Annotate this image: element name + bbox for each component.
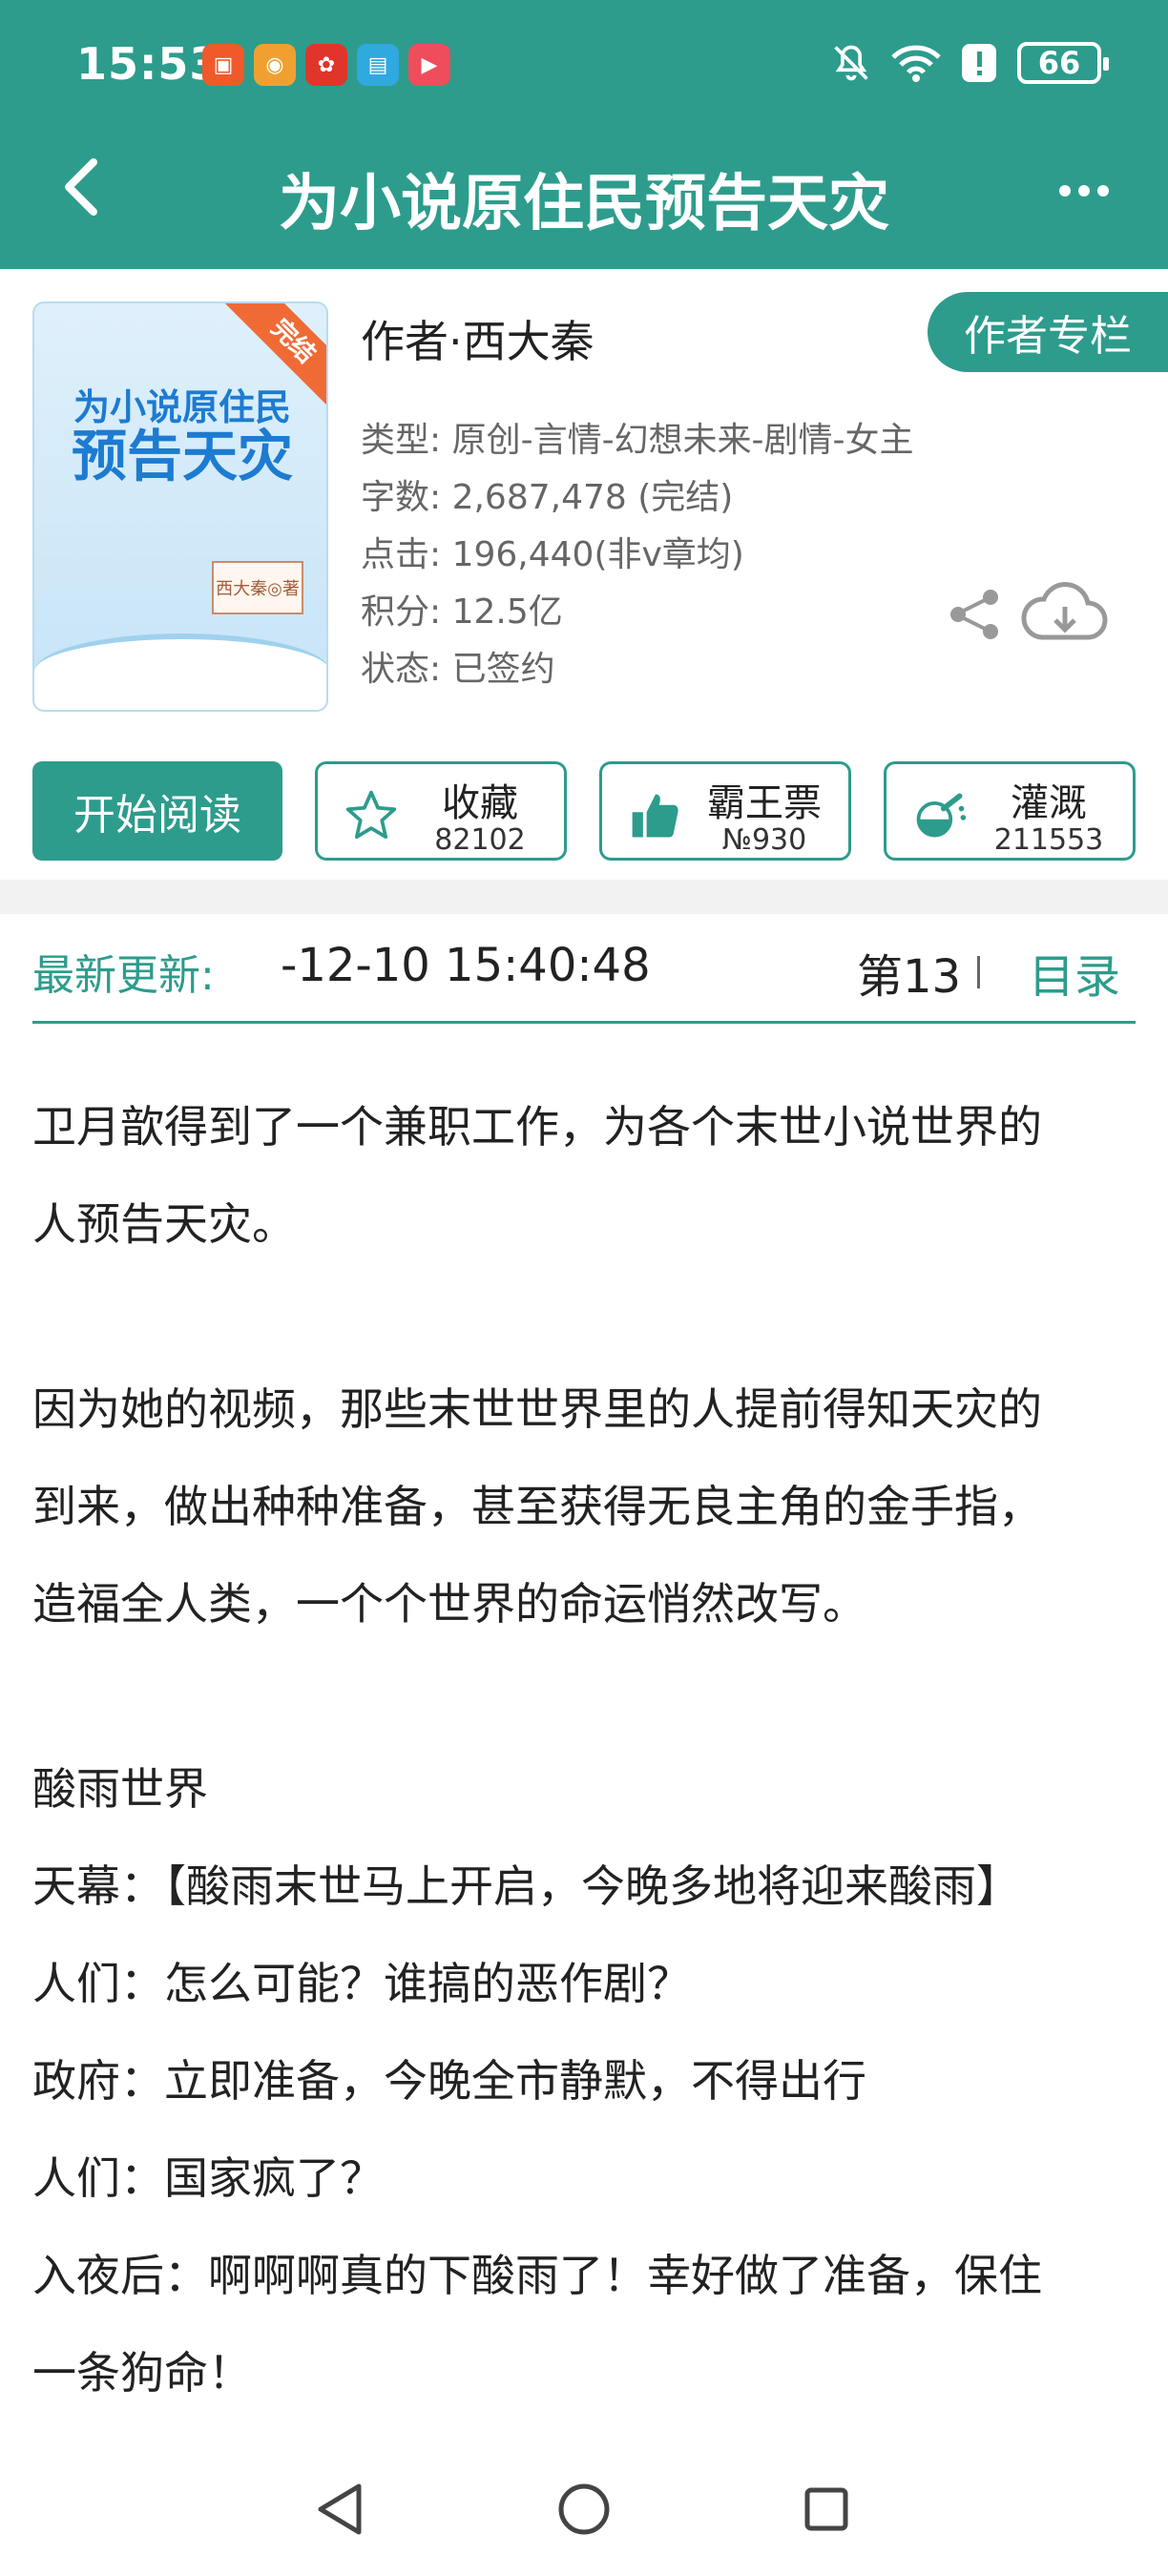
system-nav-bar [0, 2442, 1168, 2576]
meta-word-count: 字数: 2,687,478 (完结) [361, 478, 734, 517]
bawang-label: 霸王票 [707, 781, 822, 825]
update-underline [32, 1021, 1136, 1024]
meta-status: 状态: 已签约 [361, 650, 555, 689]
latest-update-label: 最新更新: [32, 951, 215, 1000]
latest-chapter[interactable]: 第13 [857, 939, 961, 1006]
page-title: 为小说原住民预告天灾 [279, 169, 889, 239]
cover-title-line2: 预告天灾 [71, 423, 293, 488]
section-divider [0, 880, 1168, 914]
cover-title: 为小说原住民 预告天灾 [48, 386, 317, 488]
cover-title-line1: 为小说原住民 [73, 386, 291, 428]
video-app-icon: ▶ [408, 44, 450, 86]
meta-genre: 类型: 原创-言情-幻想未来-剧情-女主 [361, 421, 914, 460]
alert-icon [962, 44, 996, 82]
synopsis-line: 人们：国家疯了？ [32, 2152, 384, 2204]
star-icon [345, 790, 397, 839]
share-button[interactable] [945, 584, 1006, 645]
table-of-contents-link[interactable]: 目录 [1029, 939, 1120, 1006]
start-reading-button[interactable]: 开始阅读 [32, 761, 282, 861]
download-button[interactable] [1019, 576, 1111, 653]
synopsis-line: 造福全人类，一个个世界的命运悄然改写。 [32, 1578, 866, 1630]
circle-home-icon [558, 2483, 610, 2535]
mute-bell-icon [834, 45, 868, 81]
synopsis-line: 到来，做出种种准备，甚至获得无良主角的金手指， [32, 1481, 1042, 1532]
synopsis-blank-line [32, 1652, 1139, 1740]
nav-recents-button[interactable] [788, 2471, 865, 2547]
synopsis-line: 酸雨世界 [32, 1763, 208, 1815]
wifi-icon [891, 45, 941, 82]
cover-cloud-decoration [34, 634, 326, 710]
pinduoduo-icon: ✿ [305, 44, 347, 86]
thumbs-up-icon [632, 794, 678, 838]
synopsis-line: 一条狗命！ [32, 2347, 252, 2399]
synopsis-line: 入夜后：啊啊啊真的下酸雨了！幸好做了准备，保住 [32, 2250, 1042, 2301]
latest-update-time: -12-10 15:40:48 [281, 939, 651, 992]
reader-app-icon: ▤ [357, 44, 399, 86]
nutrient-count: 211553 [993, 823, 1104, 857]
synopsis-line: 天幕：【酸雨末世马上开启，今晚多地将迎来酸雨】 [32, 1860, 1020, 1912]
bawang-ticket-button[interactable]: 霸王票 №930 [599, 761, 851, 861]
synopsis-blank-line [32, 1273, 1139, 1361]
cloud-download-icon [1021, 582, 1108, 640]
synopsis: 卫月歆得到了一个兼职工作，为各个末世小说世界的 人预告天灾。 因为她的视频，那些… [32, 1078, 1139, 2421]
author-column-button[interactable]: 作者专栏 [928, 292, 1168, 372]
nav-home-button[interactable] [546, 2471, 622, 2547]
synopsis-line: 因为她的视频，那些末世世界里的人提前得知天灾的 [32, 1383, 1042, 1435]
book-meta: 类型: 原创-言情-幻想未来-剧情-女主 字数: 2,687,478 (完结) … [361, 412, 914, 698]
latest-update-row[interactable]: 最新更新: -12-10 15:40:48 第13 目录 [0, 914, 1168, 1025]
battery-level: 66 [1037, 45, 1081, 81]
triangle-back-icon [318, 2483, 362, 2535]
nav-back-button[interactable] [302, 2471, 378, 2547]
synopsis-line: 人们：怎么可能？谁搞的恶作剧？ [32, 1958, 691, 2009]
bawang-count: №930 [721, 823, 807, 857]
collect-button[interactable]: 收藏 82102 [315, 761, 567, 861]
app-red-square-icon: ▣ [202, 44, 244, 86]
nutrient-button[interactable]: 灌溉 211553 [884, 761, 1136, 861]
update-separator [977, 956, 980, 988]
status-indicators: 66 [830, 42, 1109, 84]
collect-count: 82102 [434, 823, 526, 857]
more-dots-icon [1059, 185, 1109, 197]
meta-score: 积分: 12.5亿 [361, 592, 563, 632]
watering-bottle-icon [916, 793, 967, 838]
meta-clicks: 点击: 196,440(非v章均) [361, 535, 744, 574]
more-button[interactable] [1046, 162, 1122, 219]
synopsis-line: 卫月歆得到了一个兼职工作，为各个末世小说世界的 [32, 1101, 1042, 1153]
top-bar: 15:53 ▣ ◉ ✿ ▤ ▶ 66 为小说原住民预告天灾 [0, 0, 1168, 269]
synopsis-line: 政府：立即准备，今晚全市静默，不得出行 [32, 2055, 866, 2107]
share-icon [950, 590, 998, 639]
battery-indicator: 66 [1017, 42, 1109, 84]
square-recents-icon [804, 2487, 848, 2531]
status-time: 15:53 [76, 38, 221, 90]
collect-label: 收藏 [442, 781, 518, 825]
book-cover[interactable]: 完结 为小说原住民 预告天灾 西大秦◎著 [32, 301, 328, 712]
author-name[interactable]: 作者·西大秦 [361, 307, 594, 370]
synopsis-line: 人预告天灾。 [32, 1198, 296, 1250]
nutrient-label: 灌溉 [1011, 781, 1087, 825]
cover-signature: 西大秦◎著 [212, 561, 303, 614]
weibo-icon: ◉ [254, 44, 296, 86]
status-app-icons: ▣ ◉ ✿ ▤ ▶ [202, 44, 450, 86]
book-info-card: 完结 为小说原住民 预告天灾 西大秦◎著 作者·西大秦 作者专栏 类型: 原创-… [0, 269, 1168, 880]
